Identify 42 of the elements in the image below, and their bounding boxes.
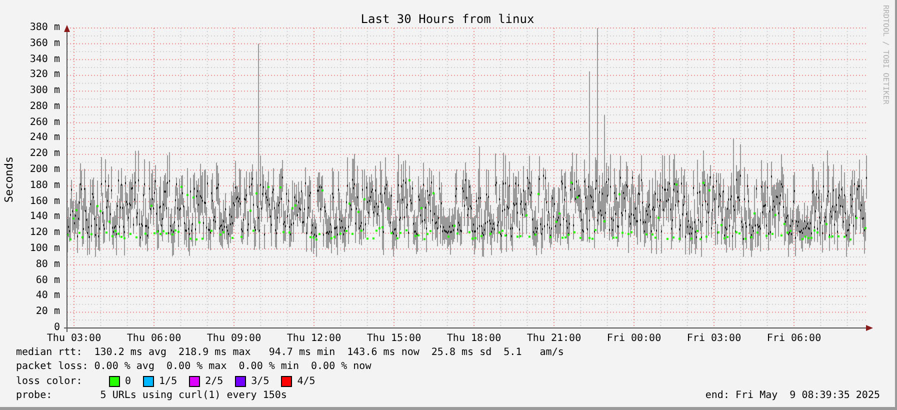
y-tick-label: 80 m	[36, 258, 60, 271]
y-tick-label: 20 m	[36, 306, 60, 318]
y-tick-label: 240 m	[30, 132, 60, 144]
y-tick-label: 200 m	[30, 164, 60, 176]
y-tick-label: 60 m	[36, 274, 60, 286]
loss-level-label: 2/5	[205, 376, 224, 388]
median-rtt-stats: median rtt: 130.2 ms avg 218.9 ms max 94.7 ms min 143.6 ms now 25.8 ms sd 5.1 am/s	[16, 347, 564, 360]
x-tick-label: Thu 03:00	[46, 333, 102, 345]
y-tick-label: 380 m	[30, 22, 60, 34]
y-tick-label: 180 m	[30, 180, 60, 192]
y-tick-label: 360 m	[30, 38, 60, 50]
end-time: end: Fri May 9 08:39:35 2025	[705, 390, 880, 402]
x-tick-label: Fri 06:00	[766, 333, 822, 345]
y-tick-label: 40 m	[36, 290, 60, 302]
x-tick-label: Fri 00:00	[606, 333, 662, 345]
packet-loss-stats: packet loss: 0.00 % avg 0.00 % max 0.00 % min 0.00 % now	[16, 361, 372, 374]
y-tick-label: 320 m	[30, 69, 60, 82]
x-tick-label: Thu 18:00	[446, 333, 502, 345]
x-tick-label: Thu 12:00	[286, 333, 342, 345]
y-tick-label: 0	[54, 322, 60, 333]
x-tick-label: Thu 06:00	[126, 333, 182, 345]
loss-color-label: loss color:	[16, 376, 84, 388]
probe-info: probe: 5 URLs using curl(1) every 150s	[16, 390, 287, 402]
y-tick-label: 160 m	[30, 196, 60, 208]
y-tick-label: 100 m	[30, 242, 60, 255]
x-tick-label: Fri 03:00	[686, 333, 742, 345]
y-tick-label: 260 m	[30, 116, 60, 129]
y-axis-label: Seconds	[2, 156, 16, 202]
loss-level-label: 0	[125, 376, 132, 388]
x-tick-label: Thu 21:00	[526, 333, 582, 345]
x-tick-label: Thu 09:00	[206, 333, 262, 345]
loss-level-label: 4/5	[297, 376, 316, 388]
y-tick-label: 300 m	[30, 85, 60, 98]
loss-level-label: 3/5	[251, 376, 270, 388]
x-tick-label: Thu 15:00	[366, 333, 422, 345]
y-tick-label: 340 m	[30, 54, 60, 66]
y-tick-label: 280 m	[30, 100, 60, 113]
loss-level-label: 1/5	[159, 376, 178, 388]
chart-title: Last 30 Hours from linux	[360, 13, 534, 25]
y-tick-label: 220 m	[30, 148, 60, 160]
y-tick-label: 140 m	[30, 211, 60, 224]
y-tick-label: 120 m	[30, 227, 60, 240]
